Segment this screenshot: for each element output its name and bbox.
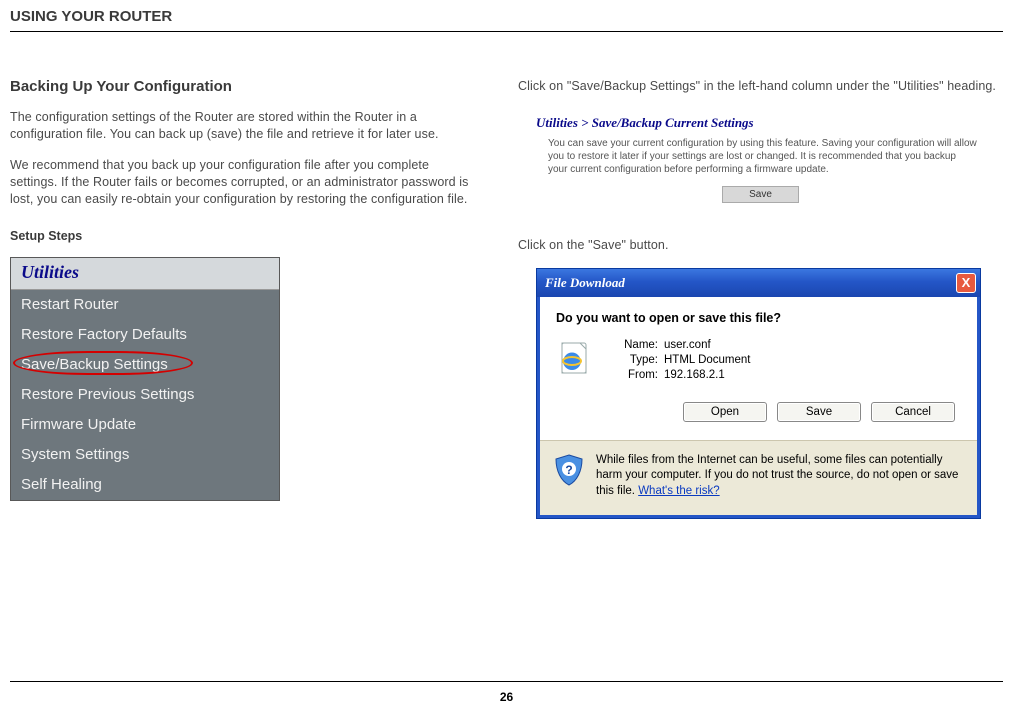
page-number: 26	[0, 690, 1013, 704]
left-column: Backing Up Your Configuration The config…	[10, 78, 474, 519]
value-name: user.conf	[664, 339, 711, 351]
dialog-warning: While files from the Internet can be use…	[596, 453, 961, 500]
ie-document-icon	[556, 341, 592, 377]
file-download-dialog: File Download X Do you want to open or s…	[536, 268, 981, 520]
sidebar-item-restart[interactable]: Restart Router	[11, 290, 279, 320]
sidebar-item-self-healing[interactable]: Self Healing	[11, 470, 279, 500]
open-button[interactable]: Open	[683, 402, 767, 422]
label-from: From:	[610, 369, 658, 381]
header-rule	[10, 31, 1003, 32]
save-button[interactable]: Save	[777, 402, 861, 422]
instruction-2: Click on the "Save" button.	[518, 237, 1003, 254]
cancel-button[interactable]: Cancel	[871, 402, 955, 422]
utilities-panel: Utilities Restart Router Restore Factory…	[10, 257, 280, 501]
sidebar-item-save-backup[interactable]: Save/Backup Settings	[11, 350, 279, 380]
page-header: USING YOUR ROUTER	[10, 8, 1003, 31]
sidebar-item-firmware[interactable]: Firmware Update	[11, 410, 279, 440]
sidebar-item-restore-previous[interactable]: Restore Previous Settings	[11, 380, 279, 410]
shield-icon: ?	[552, 453, 586, 487]
whats-the-risk-link[interactable]: What's the risk?	[638, 485, 719, 497]
section-title: Backing Up Your Configuration	[10, 78, 474, 95]
close-icon: X	[962, 275, 971, 290]
sidebar-item-system-settings[interactable]: System Settings	[11, 440, 279, 470]
dialog-title: File Download	[545, 275, 625, 291]
save-button-web[interactable]: Save	[722, 186, 799, 203]
breadcrumb-heading: Utilities > Save/Backup Current Settings	[536, 115, 1003, 131]
dialog-question: Do you want to open or save this file?	[540, 297, 977, 335]
instruction-1: Click on "Save/Backup Settings" in the l…	[518, 78, 1003, 95]
label-name: Name:	[610, 339, 658, 351]
sidebar-item-label: Save/Backup Settings	[21, 356, 168, 373]
value-type: HTML Document	[664, 354, 751, 366]
dialog-titlebar: File Download X	[537, 269, 980, 297]
config-intro-2: We recommend that you back up your confi…	[10, 157, 474, 208]
label-type: Type:	[610, 354, 658, 366]
feature-description: You can save your current configuration …	[548, 137, 978, 176]
footer-rule	[10, 681, 1003, 682]
svg-text:?: ?	[565, 463, 572, 477]
close-button[interactable]: X	[956, 273, 976, 293]
setup-steps-heading: Setup Steps	[10, 229, 474, 243]
utilities-header: Utilities	[11, 258, 279, 290]
sidebar-item-restore-defaults[interactable]: Restore Factory Defaults	[11, 320, 279, 350]
config-intro-1: The configuration settings of the Router…	[10, 109, 474, 143]
value-from: 192.168.2.1	[664, 369, 725, 381]
right-column: Click on "Save/Backup Settings" in the l…	[518, 78, 1003, 519]
